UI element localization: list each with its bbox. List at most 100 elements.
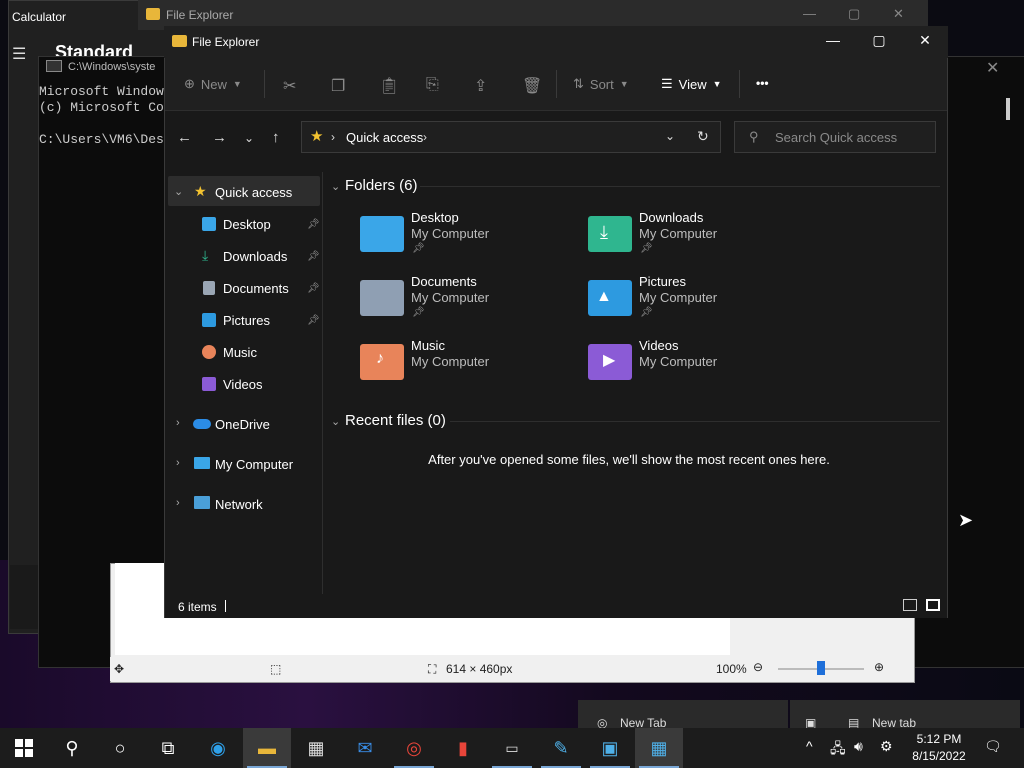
calculator-icon[interactable]: ▦ — [635, 728, 683, 768]
show-hidden-icons-chevron-icon[interactable]: ^ — [806, 738, 813, 754]
copy-icon[interactable]: ❐ — [331, 76, 345, 96]
zoom-slider-thumb[interactable] — [817, 661, 825, 675]
sidebar-item-desktop[interactable]: Desktop — [223, 217, 271, 232]
folder-videos-name[interactable]: Videos — [639, 338, 679, 353]
cortana-icon[interactable]: ○ — [96, 728, 144, 768]
sidebar-item-network[interactable]: Network — [215, 497, 263, 512]
sidebar-item-documents[interactable]: Documents — [223, 281, 289, 296]
music-note-icon: ♪ — [376, 350, 384, 367]
calculator-menu-icon[interactable]: ☰ — [12, 44, 26, 64]
clock[interactable]: 5:12 PM 8/15/2022 — [900, 731, 978, 765]
sidebar-item-pictures[interactable]: Pictures — [223, 313, 270, 328]
selection-icon: ⬚ — [270, 662, 282, 676]
breadcrumb-quick-access[interactable]: Quick access — [346, 130, 423, 145]
section-divider — [420, 186, 940, 187]
mail-icon[interactable]: ✉ — [341, 728, 389, 768]
sidebar-item-onedrive[interactable]: OneDrive — [215, 417, 270, 432]
control-panel-icon[interactable]: ▣ — [586, 728, 634, 768]
pin-icon: 📌︎ — [412, 307, 425, 318]
file-explorer-icon[interactable]: ▬ — [243, 728, 291, 768]
sidebar-item-downloads[interactable]: Downloads — [223, 249, 287, 264]
refresh-icon[interactable]: ↻ — [697, 128, 709, 145]
recent-locations-chevron-icon[interactable]: ⌄ — [244, 131, 254, 145]
start-windows-icon[interactable] — [0, 728, 48, 768]
pin-icon: 📌︎ — [307, 283, 320, 294]
paint-icon[interactable]: ✎ — [537, 728, 585, 768]
view-icon: ☰ — [661, 76, 673, 91]
edge-icon[interactable]: ◉ — [194, 728, 242, 768]
store-icon[interactable]: ▦ — [292, 728, 340, 768]
close-icon[interactable]: ✕ — [893, 6, 904, 22]
folder-desktop-name[interactable]: Desktop — [411, 210, 459, 225]
folder-music-name[interactable]: Music — [411, 338, 445, 353]
chrome-icon[interactable]: ◎ — [390, 728, 438, 768]
paste-icon[interactable]: 📋︎ — [379, 76, 399, 96]
new-button[interactable]: ⊕ New ▼ — [184, 76, 242, 92]
minimize-icon[interactable]: — — [803, 6, 816, 21]
office-icon[interactable]: ▮ — [439, 728, 487, 768]
maximize-icon[interactable]: ▢ — [848, 6, 860, 22]
zoom-in-icon[interactable]: ⊕ — [874, 660, 884, 674]
zoom-out-icon[interactable]: ⊖ — [753, 660, 763, 674]
rename-icon[interactable]: ⎘ — [426, 76, 439, 94]
collapse-chevron-icon[interactable]: ⌄ — [331, 180, 340, 193]
sidebar-item-my-computer[interactable]: My Computer — [215, 457, 293, 472]
sidebar-item-videos[interactable]: Videos — [223, 377, 263, 392]
minimize-icon[interactable]: — — [810, 32, 856, 48]
breadcrumb-chevron-icon[interactable]: › — [423, 130, 427, 144]
canvas-size: 614 × 460px — [446, 662, 513, 676]
folder-icon — [172, 35, 187, 47]
folder-documents-icon[interactable] — [360, 280, 404, 316]
clock-date: 8/15/2022 — [912, 749, 966, 763]
address-dropdown-chevron-icon[interactable]: ⌄ — [665, 129, 675, 143]
chrome-window[interactable] — [578, 700, 788, 730]
cmd-scrollbar[interactable] — [1006, 98, 1010, 120]
close-icon[interactable]: ✕ — [902, 32, 948, 49]
search-icon[interactable]: ⚲ — [48, 728, 96, 768]
paint-statusbar: ✥ ⬚ ⛶ 614 × 460px 100% ⊖ ⊕ — [110, 657, 913, 681]
task-view-icon[interactable]: ⧉ — [144, 728, 192, 768]
folders-header[interactable]: Folders (6) — [345, 177, 418, 194]
computer-icon — [194, 457, 210, 469]
network-status-icon[interactable]: 🖧︎ — [830, 738, 846, 762]
recent-files-empty-message: After you've opened some files, we'll sh… — [428, 452, 830, 467]
delete-icon[interactable]: 🗑︎ — [522, 76, 542, 96]
expand-chevron-icon[interactable]: ⌄ — [174, 185, 183, 198]
sidebar-item-music[interactable]: Music — [223, 345, 257, 360]
up-arrow-icon[interactable]: ↑ — [272, 129, 280, 146]
folder-music-location: My Computer — [411, 354, 490, 369]
volume-icon[interactable]: 🔊︎ — [854, 738, 863, 755]
notifications-icon[interactable]: 🗨︎ — [984, 738, 1002, 755]
maximize-icon[interactable]: ▢ — [856, 32, 902, 49]
more-options-icon[interactable]: ••• — [756, 76, 769, 90]
mouse-pointer-icon: ➤ — [958, 510, 974, 530]
forward-arrow-icon[interactable]: → — [212, 129, 227, 146]
expand-chevron-icon[interactable]: › — [176, 417, 180, 429]
recent-files-header[interactable]: Recent files (0) — [345, 412, 446, 429]
folder-desktop-icon[interactable] — [360, 216, 404, 252]
back-arrow-icon[interactable]: ← — [177, 129, 192, 146]
toolbar-divider — [739, 70, 740, 98]
details-view-icon[interactable] — [903, 599, 917, 611]
sort-button[interactable]: ⇅ Sort ▼ — [573, 76, 629, 92]
settings-gear-icon[interactable]: ⚙ — [880, 738, 893, 755]
expand-chevron-icon[interactable]: › — [176, 497, 180, 509]
folder-pictures-name[interactable]: Pictures — [639, 274, 686, 289]
folder-downloads-name[interactable]: Downloads — [639, 210, 703, 225]
share-icon[interactable]: ⇪ — [474, 76, 487, 96]
desktop-icon — [202, 217, 216, 231]
expand-chevron-icon[interactable]: › — [176, 457, 180, 469]
tiles-view-icon[interactable] — [926, 599, 940, 611]
star-icon: ★ — [310, 128, 324, 145]
folder-downloads-icon[interactable] — [588, 216, 632, 252]
document-icon — [203, 281, 215, 295]
cut-icon[interactable]: ✂ — [283, 76, 296, 96]
search-placeholder: Search Quick access — [775, 130, 898, 145]
canvas-size-icon: ⛶ — [428, 662, 437, 676]
cmd-title: C:\Windows\syste — [68, 61, 156, 73]
collapse-chevron-icon[interactable]: ⌄ — [331, 415, 340, 428]
close-icon[interactable]: ✕ — [986, 58, 999, 78]
terminal-icon[interactable]: ▭ — [488, 728, 536, 768]
view-button[interactable]: ☰ View ▼ — [661, 76, 722, 92]
folder-documents-name[interactable]: Documents — [411, 274, 477, 289]
